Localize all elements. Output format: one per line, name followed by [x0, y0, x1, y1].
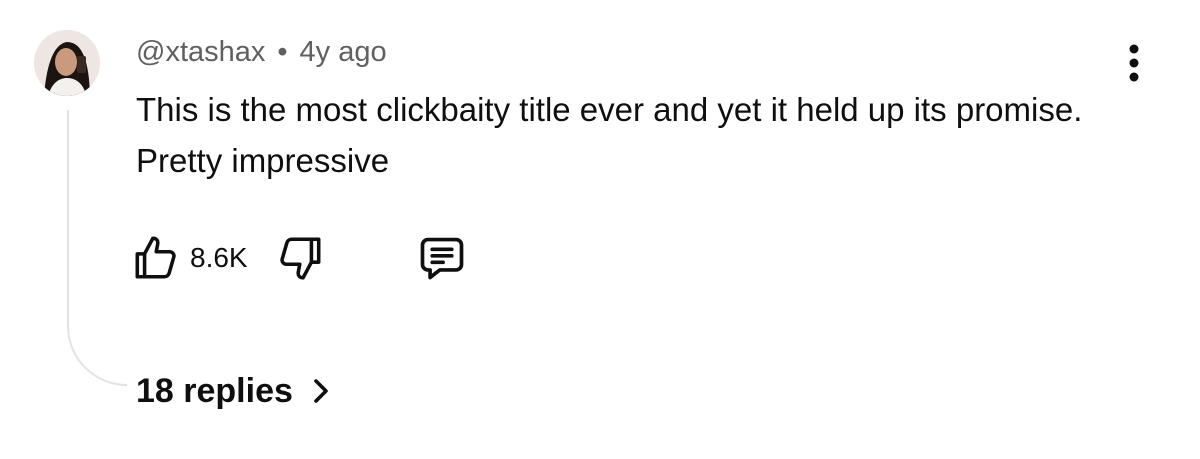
meta-separator: • [277, 35, 288, 68]
view-replies-link[interactable]: 18 replies [136, 366, 331, 416]
reply-thread-line [67, 110, 127, 386]
author-handle[interactable]: @xtashax [136, 36, 265, 69]
more-options-button[interactable] [1114, 38, 1154, 88]
dislike-button[interactable] [276, 232, 326, 284]
comment-text: This is the most clickbaity title ever a… [136, 91, 1083, 179]
chevron-right-icon [311, 376, 331, 406]
like-button[interactable]: 8.6K [130, 232, 248, 284]
comment-actions: 8.6K [130, 232, 468, 284]
thumbs-down-icon [279, 237, 321, 280]
comment-timestamp[interactable]: 4y ago [300, 36, 387, 69]
replies-count-label: 18 replies [136, 371, 293, 410]
like-count: 8.6K [190, 242, 248, 273]
comment-meta: @xtashax • 4y ago [136, 30, 387, 74]
comment-icon [420, 237, 463, 280]
reply-button[interactable] [416, 232, 468, 284]
avatar[interactable] [34, 30, 100, 96]
more-vertical-icon [1129, 44, 1139, 82]
thumbs-up-icon [135, 236, 176, 279]
